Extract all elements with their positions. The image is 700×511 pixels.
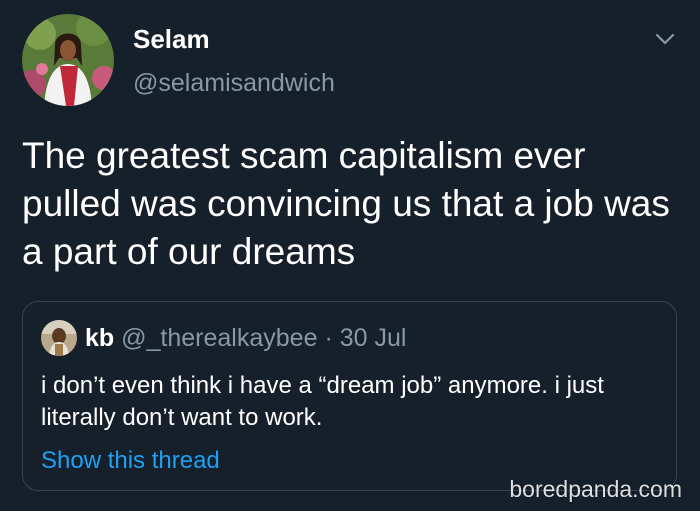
author-avatar[interactable]: [22, 14, 114, 106]
chevron-down-icon[interactable]: [652, 26, 678, 52]
profile-photo-icon: [41, 320, 77, 356]
profile-photo-icon: [22, 14, 114, 106]
quoted-author-name[interactable]: kb: [85, 324, 114, 352]
watermark: boredpanda.com: [509, 476, 682, 502]
quoted-tweet-card[interactable]: kb @_therealkaybee · 30 Jul i don’t even…: [22, 301, 677, 491]
tweet-text: The greatest scam capitalism ever pulled…: [22, 135, 670, 272]
quoted-tweet-header: kb @_therealkaybee · 30 Jul: [85, 322, 406, 354]
quoted-author-avatar: [41, 320, 77, 356]
quoted-author-handle[interactable]: @_therealkaybee: [121, 324, 317, 352]
author-handle[interactable]: @selamisandwich: [133, 66, 335, 100]
header-separator: ·: [324, 324, 333, 352]
show-thread-link[interactable]: Show this thread: [41, 445, 220, 477]
author-display-name[interactable]: Selam: [133, 22, 210, 56]
quoted-tweet-date[interactable]: 30 Jul: [340, 324, 407, 352]
quoted-tweet-text: i don’t even think i have a “dream job” …: [41, 372, 604, 431]
